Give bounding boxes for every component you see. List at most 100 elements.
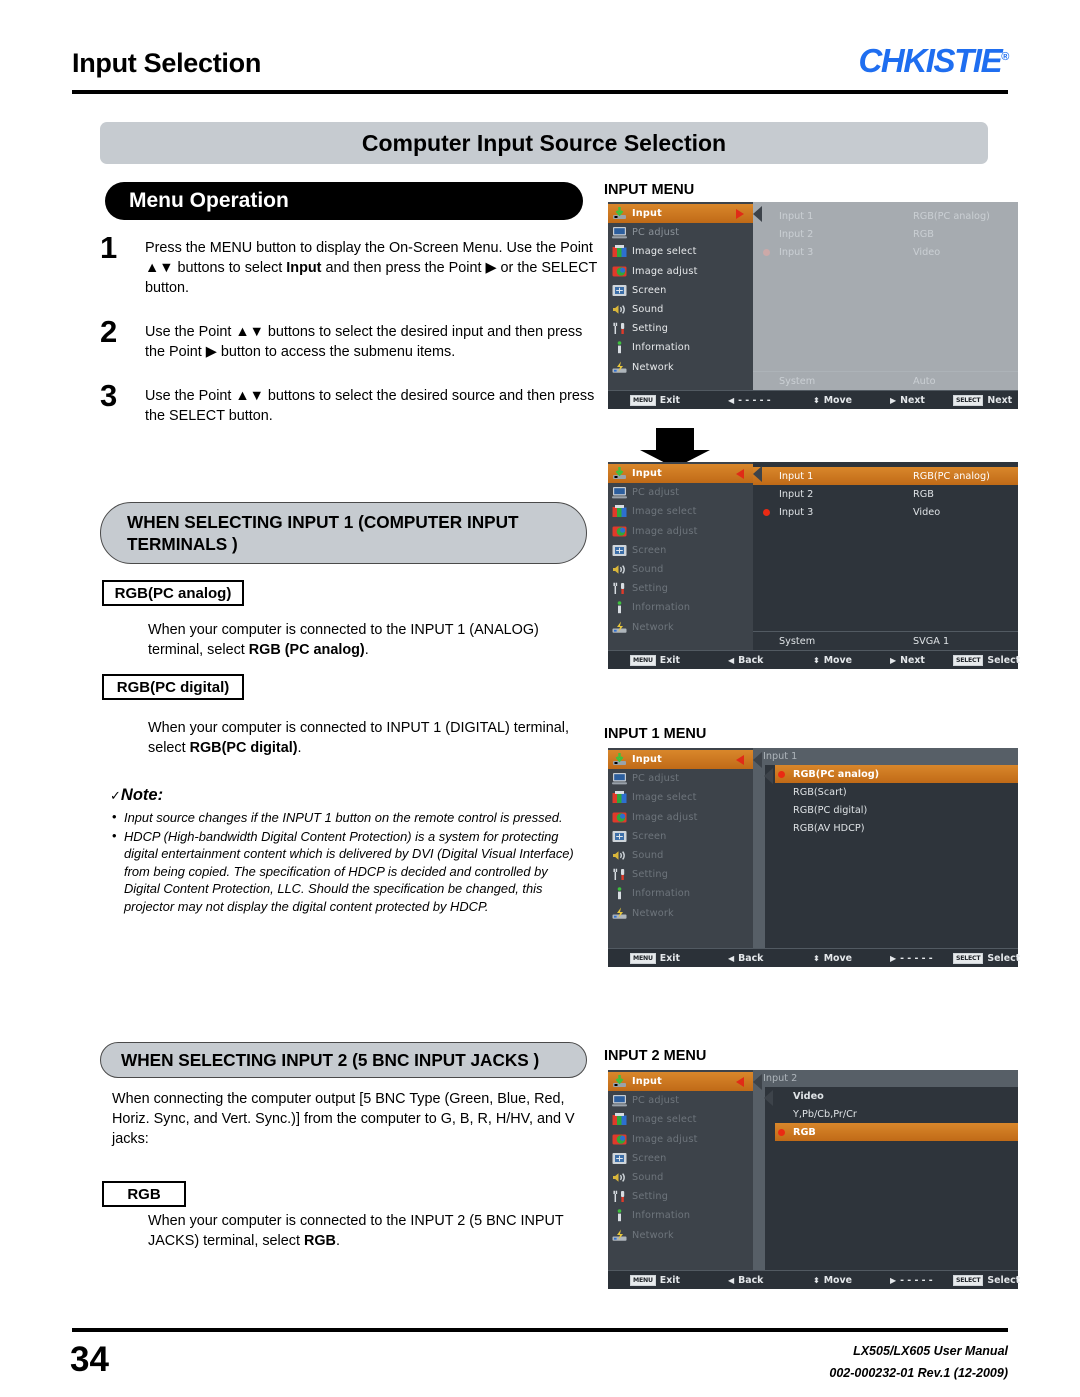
osd-sidebar[interactable]: Input PC adjust Image select Image adjust Sc… [608,1070,753,1270]
nav-back[interactable]: ◀ Back [728,953,763,964]
osd-menu-item-sound[interactable]: Sound [608,560,753,579]
osd-submenu-item[interactable]: RGB(PC analog) [775,765,1018,783]
nav-back[interactable]: ◀ Back [728,655,763,666]
osd-sidebar[interactable]: Input PC adjust Image select Image adjust Sc… [608,202,753,390]
osd-input-menu[interactable]: Input PC adjust Image select Image adjust Sc… [608,202,1018,409]
osd-menu-item-information[interactable]: Information [608,598,753,617]
osd-menu-item-input[interactable]: Input [608,1072,753,1092]
nav-back[interactable]: ◀ Back [728,1275,763,1286]
nav-exit[interactable]: MENU Exit [630,952,680,964]
chevron-left-icon [736,1076,744,1087]
osd-menu-item-label: Image select [632,246,697,258]
osd-input-row[interactable]: Input 1 RGB(PC analog) [753,207,1018,225]
nav-select[interactable]: SELECT Select [953,654,1020,666]
osd-menu-item-sound[interactable]: Sound [608,300,753,319]
osd-menu-item-input[interactable]: Input [608,750,753,770]
sidebar-pointer-notch [753,1074,762,1090]
osd-menu-item-screen[interactable]: Screen [608,1149,753,1168]
osd-menu-item-label: Image adjust [632,811,698,823]
screen-icon [612,830,627,843]
osd-menu-item-setting[interactable]: Setting [608,579,753,598]
osd-menu-item-pc-adjust[interactable]: PC adjust [608,1091,753,1110]
osd-menu-item-label: Setting [632,583,669,595]
osd-sidebar[interactable]: Input PC adjust Image select Image adjust Sc… [608,748,753,948]
osd-menu-item-sound[interactable]: Sound [608,846,753,865]
osd-menu-item-image-select[interactable]: Image select [608,788,753,807]
nav-next[interactable]: ▶ Next [890,655,925,666]
menu-key-icon: MENU [630,394,656,406]
osd-menu-item-setting[interactable]: Setting [608,865,753,884]
osd-menu-item-screen[interactable]: Screen [608,541,753,560]
left-arrow-icon: ◀ [728,655,735,665]
osd-menu-item-network[interactable]: Network [608,358,753,377]
osd-submenu-item[interactable]: RGB [775,1123,1018,1141]
osd-menu-item-setting[interactable]: Setting [608,319,753,338]
osd-menu-item-label: Image select [632,1114,697,1126]
nav-exit[interactable]: MENU Exit [630,654,680,666]
nav-next[interactable]: ▶ - - - - - [890,953,933,964]
osd-submenu-panel[interactable]: Input 1 RGB(PC analog) RGB(Scart) RGB(PC d… [753,748,1018,948]
osd-menu-item-information[interactable]: Information [608,1206,753,1225]
osd-menu-item-network[interactable]: Network [608,618,753,637]
osd-nav-bar: MENU Exit ◀ Back ⬍ Move ▶ - - - - - SELECT Se… [608,948,1020,967]
nav-exit-label: Exit [659,952,680,964]
osd-input1-menu[interactable]: Input PC adjust Image select Image adjust Sc… [608,748,1020,967]
osd-input-row[interactable]: Input 1 RGB(PC analog) [753,467,1018,485]
osd-menu-item-network[interactable]: Network [608,1226,753,1245]
nav-select[interactable]: SELECT Select [953,1274,1020,1286]
nav-back[interactable]: ◀ - - - - - [728,395,771,406]
osd-input-row[interactable]: Input 2 RGB [753,485,1018,503]
osd-menu-item-image-adjust[interactable]: Image adjust [608,262,753,281]
nav-move[interactable]: ⬍ Move [813,655,852,666]
setting-icon [612,868,627,881]
osd-input-value: Video [913,506,941,518]
note-item: Input source changes if the INPUT 1 butt… [110,808,580,827]
osd-submenu-item[interactable]: Video [775,1087,1018,1105]
osd-menu-item-image-adjust[interactable]: Image adjust [608,808,753,827]
osd-input-row[interactable]: Input 3 Video [753,243,1018,261]
manual-page: Input Selection CHKISTIE® Computer Input… [0,0,1080,1397]
osd-menu-item-setting[interactable]: Setting [608,1187,753,1206]
osd-submenu-item[interactable]: RGB(Scart) [775,783,1018,801]
osd-menu-item-information[interactable]: Information [608,884,753,903]
osd-submenu-panel[interactable]: Input 2 Video Y,Pb/Cb,Pr/Cr RGB [753,1070,1018,1270]
input-icon [612,467,627,480]
osd-submenu-item[interactable]: RGB(AV HDCP) [775,819,1018,837]
nav-next[interactable]: ▶ Next [890,395,925,406]
osd-submenu-item[interactable]: RGB(PC digital) [775,801,1018,819]
input-menu-label: INPUT MENU [604,182,695,198]
osd-menu-item-label: Sound [632,304,664,316]
osd-input-menu-active[interactable]: Input PC adjust Image select Image adjust Sc… [608,462,1020,669]
osd-input-row[interactable]: Input 3 Video [753,503,1018,521]
nav-select[interactable]: SELECT Select [953,952,1020,964]
osd-menu-item-image-select[interactable]: Image select [608,1110,753,1129]
osd-submenu-item[interactable]: Y,Pb/Cb,Pr/Cr [775,1105,1018,1123]
osd-menu-item-image-select[interactable]: Image select [608,242,753,261]
osd-menu-item-network[interactable]: Network [608,904,753,923]
osd-menu-item-pc-adjust[interactable]: PC adjust [608,769,753,788]
osd-input2-menu[interactable]: Input PC adjust Image select Image adjust Sc… [608,1070,1020,1289]
osd-menu-item-information[interactable]: Information [608,338,753,357]
nav-move[interactable]: ⬍ Move [813,395,852,406]
nav-next[interactable]: ▶ - - - - - [890,1275,933,1286]
osd-menu-item-pc-adjust[interactable]: PC adjust [608,223,753,242]
header-divider [72,90,1008,94]
osd-input-row[interactable]: Input 2 RGB [753,225,1018,243]
osd-input-list-panel[interactable]: Input 1 RGB(PC analog) Input 2 RGB Input 3 Vi… [753,202,1018,390]
osd-menu-item-sound[interactable]: Sound [608,1168,753,1187]
osd-input-list-panel[interactable]: Input 1 RGB(PC analog) Input 2 RGB Input 3 Vi… [753,462,1018,650]
osd-menu-item-input[interactable]: Input [608,204,753,224]
osd-menu-item-pc-adjust[interactable]: PC adjust [608,483,753,502]
osd-menu-item-screen[interactable]: Screen [608,281,753,300]
osd-menu-item-screen[interactable]: Screen [608,827,753,846]
nav-move[interactable]: ⬍ Move [813,1275,852,1286]
nav-exit[interactable]: MENU Exit [630,394,680,406]
osd-sidebar[interactable]: Input PC adjust Image select Image adjust Sc… [608,462,753,650]
nav-select[interactable]: SELECT Next [953,394,1012,406]
nav-move[interactable]: ⬍ Move [813,953,852,964]
osd-menu-item-input[interactable]: Input [608,464,753,484]
osd-menu-item-image-adjust[interactable]: Image adjust [608,1130,753,1149]
nav-exit[interactable]: MENU Exit [630,1274,680,1286]
osd-menu-item-image-adjust[interactable]: Image adjust [608,522,753,541]
osd-menu-item-image-select[interactable]: Image select [608,502,753,521]
